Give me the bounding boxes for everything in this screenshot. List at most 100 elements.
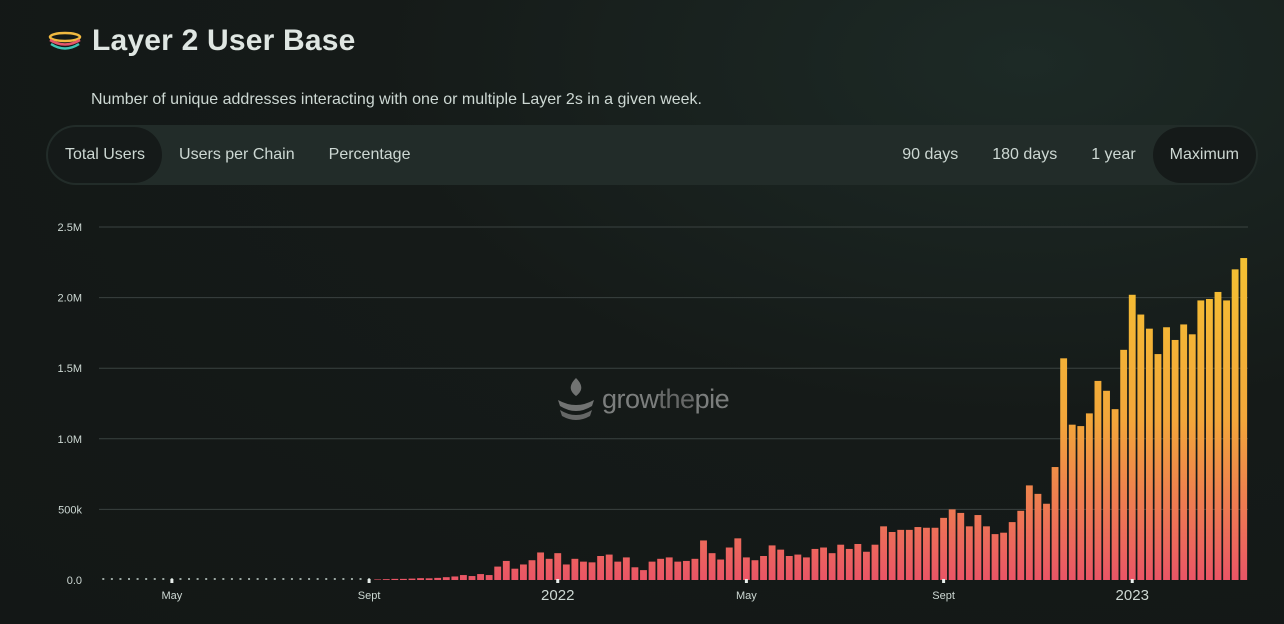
bar-zero-marker (299, 578, 302, 580)
x-tick-label: Sept (932, 590, 955, 602)
x-tick-mark (942, 579, 946, 583)
layer2-stack-icon (48, 31, 82, 50)
bar (665, 557, 673, 580)
tab-total-users[interactable]: Total Users (48, 127, 163, 183)
bar-zero-marker (282, 578, 285, 580)
bar (811, 548, 819, 580)
x-tick-label: Sept (358, 590, 381, 602)
bar (571, 558, 579, 580)
bar-zero-marker (196, 578, 199, 580)
bar (562, 564, 570, 580)
watermark-text-b: the (658, 383, 696, 414)
bar (537, 552, 545, 580)
range-buttons: 90 days 180 days 1 year Maximum (885, 127, 1256, 183)
bar (1085, 413, 1093, 580)
bar (674, 561, 682, 580)
bar (734, 538, 742, 580)
bar (820, 547, 827, 580)
bar (914, 527, 922, 580)
x-tick-mark (170, 579, 174, 583)
bar-zero-marker (308, 578, 311, 580)
tab-users-per-chain[interactable]: Users per Chain (162, 127, 312, 183)
bar (1231, 269, 1239, 580)
bar (1077, 426, 1085, 580)
bar (888, 531, 896, 580)
bar (1154, 354, 1162, 580)
bar (1034, 493, 1042, 580)
watermark-text-c: pie (694, 383, 730, 414)
bar (1094, 380, 1102, 580)
y-tick-label: 1.5M (58, 363, 82, 375)
bar-zero-marker (119, 578, 122, 580)
bar (837, 544, 845, 580)
bar-zero-marker (128, 578, 131, 580)
bar (682, 560, 690, 580)
bar (528, 560, 536, 580)
bar (965, 526, 973, 580)
bar (725, 547, 733, 580)
bar (494, 566, 502, 580)
x-tick-label: May (161, 590, 182, 602)
growthepie-logo-icon (558, 378, 594, 420)
watermark-text: growthepie (602, 383, 730, 415)
bar (1000, 532, 1008, 580)
bar (1205, 299, 1213, 580)
bar (434, 577, 442, 580)
bar (374, 579, 382, 580)
x-axis: MaySept2022MaySept2023May (161, 579, 1149, 604)
bar (742, 557, 750, 580)
x-tick-mark (367, 579, 371, 583)
y-tick-label: 2.0M (58, 293, 82, 305)
bar (974, 515, 982, 580)
bar (760, 556, 767, 580)
bar (708, 553, 716, 580)
bar (1008, 522, 1016, 580)
bar (1240, 258, 1248, 580)
bar-zero-marker (153, 578, 156, 580)
bar (1017, 510, 1025, 580)
bar (605, 554, 613, 580)
bar (408, 578, 416, 580)
bar (828, 553, 836, 580)
bar (1145, 328, 1153, 580)
x-tick-label: 2022 (541, 587, 574, 604)
bar-zero-marker (222, 578, 225, 580)
bar (468, 576, 476, 580)
bar (459, 575, 467, 580)
growthepie-watermark: growthepie (554, 376, 730, 422)
bar-zero-marker (256, 578, 259, 580)
bar-zero-marker (213, 578, 216, 580)
x-tick-mark (744, 579, 748, 583)
bar (520, 564, 527, 580)
bar (863, 551, 870, 580)
bar (545, 558, 553, 580)
range-90-days-button[interactable]: 90 days (885, 127, 975, 183)
bar-zero-marker (359, 578, 362, 580)
bar (451, 576, 459, 580)
bar (485, 575, 493, 580)
bar (1214, 291, 1222, 580)
tab-percentage[interactable]: Percentage (312, 127, 428, 183)
bar (382, 579, 390, 580)
bar (931, 527, 939, 580)
range-180-days-button[interactable]: 180 days (975, 127, 1074, 183)
bar (1137, 314, 1145, 580)
bar (854, 543, 862, 580)
range-maximum-button[interactable]: Maximum (1152, 127, 1256, 183)
x-tick-mark (556, 579, 560, 583)
bar (1068, 424, 1076, 580)
y-tick-label: 0.0 (67, 575, 82, 587)
bar (785, 556, 793, 580)
bar (580, 561, 587, 580)
bar-zero-marker (110, 578, 113, 580)
bar (871, 544, 879, 580)
bar (399, 578, 407, 580)
bar-zero-marker (316, 578, 319, 580)
bar (657, 558, 665, 580)
range-1-year-button[interactable]: 1 year (1074, 127, 1152, 183)
bar (1163, 327, 1170, 580)
bar-zero-marker (333, 578, 336, 580)
bar (1103, 390, 1110, 580)
y-tick-label: 2.5M (58, 222, 82, 234)
bar (1223, 300, 1230, 580)
